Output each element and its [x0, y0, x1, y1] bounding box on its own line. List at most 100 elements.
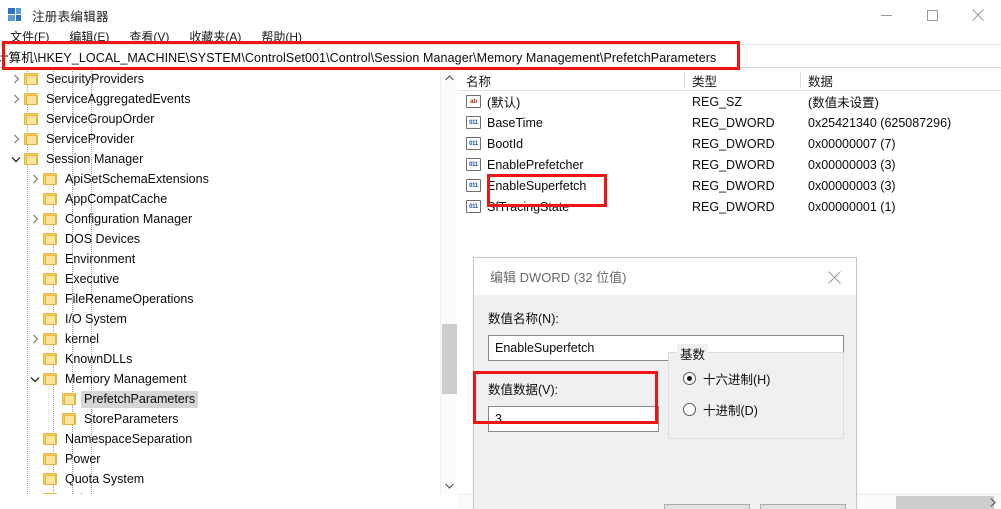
tree-item-securityproviders[interactable]: SecurityProviders: [0, 69, 456, 89]
value-row[interactable]: 011 BootId REG_DWORD 0x00000007 (7): [458, 133, 1001, 154]
value-data-cell: 0x25421340 (625087296): [808, 115, 952, 130]
value-name-cell: 011 EnablePrefetcher: [466, 154, 584, 175]
value-name-text: SfTracingState: [487, 199, 570, 214]
column-header-type[interactable]: 类型: [684, 69, 717, 91]
folder-icon: [43, 453, 57, 465]
ok-button[interactable]: 确定: [664, 504, 750, 509]
folder-icon: [62, 413, 76, 425]
menu-favorites[interactable]: 收藏夹(A): [179, 28, 251, 45]
dialog-close-button[interactable]: [812, 258, 856, 296]
folder-icon: [43, 373, 57, 385]
dialog-body: 数值名称(N): EnableSuperfetch 数值数据(V): 3 基数 …: [474, 296, 856, 509]
tree-item-serviceaggregatedevents[interactable]: ServiceAggregatedEvents: [0, 89, 456, 109]
values-list: ab (默认) REG_SZ (数值未设置) 011 BaseTime REG_DWORD 0…: [458, 91, 1001, 217]
radio-selected-icon: [683, 372, 696, 385]
value-name-cell: 011 BaseTime: [466, 112, 543, 133]
tree-item-label: Executive: [65, 271, 120, 286]
value-type-cell: REG_DWORD: [692, 136, 775, 151]
tree-item-filerenameoperations[interactable]: FileRenameOperations: [0, 289, 456, 309]
folder-icon: [43, 213, 57, 225]
tree-item-executive[interactable]: Executive: [0, 269, 456, 289]
chevron-right-icon[interactable]: [8, 69, 24, 89]
chevron-down-icon[interactable]: [8, 149, 24, 169]
tree-item-session-manager[interactable]: Session Manager: [0, 149, 456, 169]
value-name-text: EnableSuperfetch: [487, 178, 587, 193]
registry-tree: SecurityProviders ServiceAggregatedEvents…: [0, 69, 456, 494]
chevron-right-icon[interactable]: [27, 209, 43, 229]
value-row[interactable]: 011 EnableSuperfetch REG_DWORD 0x00000003 (…: [458, 175, 1001, 196]
tree-item-label: kernel: [65, 331, 100, 346]
tree-item-quota-system[interactable]: Quota System: [0, 469, 456, 489]
tree-item-environment[interactable]: Environment: [0, 249, 456, 269]
folder-icon: [24, 153, 38, 165]
tree-item-dos-devices[interactable]: DOS Devices: [0, 229, 456, 249]
tree-item-namespaceseparation[interactable]: NamespaceSeparation: [0, 429, 456, 449]
tree-item-servicegrouporder[interactable]: ServiceGroupOrder: [0, 109, 456, 129]
menu-edit[interactable]: 编辑(E): [59, 28, 119, 45]
column-header-name[interactable]: 名称: [458, 69, 491, 91]
list-scrollbar-thumb[interactable]: [896, 496, 994, 509]
tree-item-memory-management[interactable]: Memory Management: [0, 369, 456, 389]
tree-item-label: FileRenameOperations: [65, 291, 194, 306]
tree-item-label: Power: [65, 451, 101, 466]
chevron-right-icon[interactable]: [8, 129, 24, 149]
folder-icon: [24, 73, 38, 85]
value-row[interactable]: 011 EnablePrefetcher REG_DWORD 0x00000003 (…: [458, 154, 1001, 175]
tree-item-label: Configuration Manager: [65, 211, 193, 226]
tree-item-label: PrefetchParameters: [81, 390, 199, 408]
tree-item-apisetschemaextensions[interactable]: ApiSetSchemaExtensions: [0, 169, 456, 189]
menu-help[interactable]: 帮助(H): [251, 28, 312, 45]
registry-tree-pane[interactable]: SecurityProviders ServiceAggregatedEvents…: [0, 69, 457, 494]
value-type-cell: REG_SZ: [692, 94, 743, 109]
folder-icon: [24, 133, 38, 145]
value-data-cell: 0x00000001 (1): [808, 199, 896, 214]
scroll-up-icon[interactable]: [441, 69, 458, 86]
base-option-hex[interactable]: 十六进制(H): [683, 369, 843, 388]
tree-item-kernel[interactable]: kernel: [0, 329, 456, 349]
tree-item-label: Memory Management: [65, 371, 187, 386]
value-name-cell: 011 SfTracingState: [466, 196, 569, 217]
folder-icon: [24, 93, 38, 105]
column-header-data[interactable]: 数据: [800, 69, 833, 91]
cancel-button[interactable]: 取消: [760, 504, 846, 509]
radio-unselected-icon: [683, 403, 696, 416]
value-row[interactable]: 011 BaseTime REG_DWORD 0x25421340 (62508729…: [458, 112, 1001, 133]
value-row[interactable]: 011 SfTracingState REG_DWORD 0x00000001 (1): [458, 196, 1001, 217]
chevron-right-icon[interactable]: [8, 89, 24, 109]
scroll-right-icon[interactable]: [984, 495, 1001, 509]
scroll-down-icon[interactable]: [441, 477, 458, 494]
folder-icon: [43, 253, 57, 265]
tree-vertical-scrollbar[interactable]: [440, 69, 457, 494]
tree-item-serviceprovider[interactable]: ServiceProvider: [0, 129, 456, 149]
base-group-label: 基数: [677, 344, 709, 363]
value-row[interactable]: ab (默认) REG_SZ (数值未设置): [458, 91, 1001, 112]
tree-item-knowndlls[interactable]: KnownDLLs: [0, 349, 456, 369]
base-option-dec[interactable]: 十进制(D): [683, 400, 843, 419]
tree-item-configuration-manager[interactable]: Configuration Manager: [0, 209, 456, 229]
tree-item-label: NamespaceSeparation: [65, 431, 193, 446]
tree-scrollbar-thumb[interactable]: [442, 324, 457, 394]
tree-item-prefetchparameters[interactable]: PrefetchParameters: [0, 389, 456, 409]
tree-item-appcompatcache[interactable]: AppCompatCache: [0, 189, 456, 209]
base-option-hex-label: 十六进制(H): [703, 373, 771, 387]
tree-item-i-o-system[interactable]: I/O System: [0, 309, 456, 329]
menu-bar: 文件(F) 编辑(E) 查看(V) 收藏夹(A) 帮助(H): [0, 26, 1001, 46]
chevron-down-icon[interactable]: [27, 369, 43, 389]
menu-view[interactable]: 查看(V): [119, 28, 179, 45]
menu-file[interactable]: 文件(F): [0, 28, 59, 45]
tree-item-power[interactable]: Power: [0, 449, 456, 469]
value-name-cell: 011 EnableSuperfetch: [466, 175, 586, 196]
address-bar[interactable]: 计算机\HKEY_LOCAL_MACHINE\SYSTEM\ControlSet…: [0, 44, 1001, 68]
dword-value-icon: 011: [466, 200, 481, 213]
chevron-right-icon[interactable]: [27, 329, 43, 349]
tree-item-label: AppCompatCache: [65, 191, 168, 206]
value-data-input[interactable]: 3: [488, 406, 659, 432]
chevron-right-icon[interactable]: [27, 169, 43, 189]
tree-item-storeparameters[interactable]: StoreParameters: [0, 409, 456, 429]
